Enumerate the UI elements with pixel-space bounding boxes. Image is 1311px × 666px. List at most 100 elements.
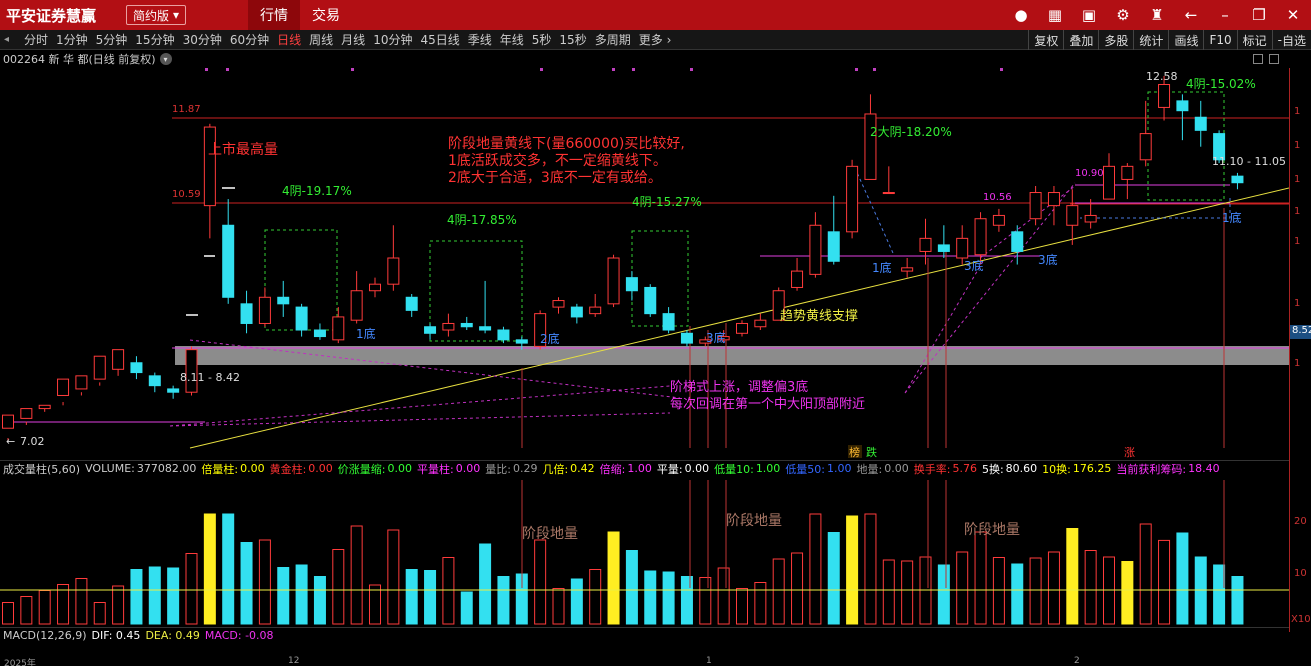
volume-bar[interactable] bbox=[1121, 561, 1134, 625]
candle[interactable] bbox=[662, 313, 675, 331]
volume-bar[interactable] bbox=[1011, 563, 1024, 625]
volume-bar[interactable] bbox=[460, 591, 473, 625]
volume-bar[interactable] bbox=[1213, 564, 1226, 625]
candle[interactable] bbox=[901, 267, 914, 272]
volume-bar[interactable] bbox=[424, 570, 437, 625]
candle[interactable] bbox=[240, 303, 253, 324]
volume-bar[interactable] bbox=[2, 602, 14, 625]
candle[interactable] bbox=[846, 165, 859, 233]
period-year[interactable]: 年线 bbox=[496, 31, 528, 48]
user-icon[interactable]: ● bbox=[1011, 5, 1031, 25]
shirt-icon[interactable]: ♜ bbox=[1147, 5, 1167, 25]
volume-bar[interactable] bbox=[497, 576, 510, 625]
candle[interactable] bbox=[460, 322, 473, 328]
period-quarter[interactable]: 季线 bbox=[464, 31, 496, 48]
volume-bar[interactable] bbox=[1029, 557, 1042, 625]
volume-bar[interactable] bbox=[167, 567, 180, 625]
period-30min[interactable]: 30分钟 bbox=[179, 31, 226, 48]
volume-bar[interactable] bbox=[754, 582, 767, 625]
volume-bar[interactable] bbox=[1176, 532, 1189, 625]
period-week[interactable]: 周线 bbox=[305, 31, 337, 48]
volume-bar[interactable] bbox=[956, 551, 969, 625]
candle[interactable] bbox=[919, 237, 932, 252]
period-60min[interactable]: 60分钟 bbox=[226, 31, 273, 48]
volume-bar[interactable] bbox=[846, 515, 859, 625]
candle[interactable] bbox=[20, 408, 33, 419]
candle[interactable] bbox=[479, 326, 492, 331]
candle[interactable] bbox=[313, 329, 326, 338]
restore-icon[interactable]: ❐ bbox=[1249, 5, 1269, 25]
candle[interactable] bbox=[258, 296, 271, 324]
candle[interactable] bbox=[167, 388, 180, 393]
volume-bar[interactable] bbox=[369, 584, 381, 625]
candle[interactable] bbox=[1231, 175, 1244, 184]
volume-bar[interactable] bbox=[662, 571, 675, 625]
period-5sec[interactable]: 5秒 bbox=[528, 31, 556, 48]
period-15sec[interactable]: 15秒 bbox=[555, 31, 590, 48]
volume-bar[interactable] bbox=[1139, 523, 1152, 625]
volume-bar[interactable] bbox=[864, 513, 877, 625]
volume-indicator-name[interactable]: 成交量柱(5,60) bbox=[3, 461, 80, 476]
candle[interactable] bbox=[75, 375, 88, 390]
volume-bar[interactable] bbox=[93, 602, 106, 625]
candle[interactable] bbox=[222, 224, 235, 298]
volume-bar[interactable] bbox=[350, 525, 363, 625]
volume-bar[interactable] bbox=[240, 542, 253, 625]
candle[interactable] bbox=[277, 296, 290, 305]
period-5min[interactable]: 5分钟 bbox=[92, 31, 132, 48]
volume-bar[interactable] bbox=[625, 550, 638, 625]
candle[interactable] bbox=[442, 322, 455, 331]
draw-line-button[interactable]: 画线 bbox=[1168, 30, 1203, 50]
candle[interactable] bbox=[864, 113, 877, 180]
candle[interactable] bbox=[130, 362, 143, 374]
volume-bar[interactable] bbox=[479, 543, 492, 625]
back-icon[interactable]: ← bbox=[1181, 5, 1201, 25]
candle[interactable] bbox=[1176, 100, 1189, 112]
candle[interactable] bbox=[1066, 205, 1079, 226]
candle[interactable] bbox=[1011, 231, 1024, 252]
stock-icon[interactable]: ▣ bbox=[1079, 5, 1099, 25]
volume-bar[interactable] bbox=[222, 513, 235, 625]
volume-bar[interactable] bbox=[589, 569, 602, 625]
candle[interactable] bbox=[570, 306, 583, 318]
volume-bar[interactable] bbox=[552, 588, 565, 625]
settings-icon[interactable]: ⚙ bbox=[1113, 5, 1133, 25]
candle[interactable] bbox=[203, 126, 216, 207]
volume-bar[interactable] bbox=[130, 569, 143, 625]
candle[interactable] bbox=[680, 332, 693, 344]
candle[interactable] bbox=[552, 300, 565, 308]
volume-bar[interactable] bbox=[827, 532, 840, 625]
volume-bar[interactable] bbox=[258, 539, 271, 625]
stats-button[interactable]: 统计 bbox=[1133, 30, 1168, 50]
candle[interactable] bbox=[497, 329, 510, 341]
candle[interactable] bbox=[1194, 116, 1207, 131]
candle[interactable] bbox=[1158, 84, 1171, 108]
candle[interactable] bbox=[589, 306, 602, 315]
volume-bar[interactable] bbox=[1047, 551, 1060, 625]
candle[interactable] bbox=[332, 316, 345, 341]
fuquan-button[interactable]: 复权 bbox=[1028, 30, 1063, 50]
volume-bar[interactable] bbox=[1084, 550, 1097, 625]
candle[interactable] bbox=[1103, 165, 1115, 200]
period-day[interactable]: 日线 bbox=[273, 31, 305, 48]
candle[interactable] bbox=[992, 214, 1005, 226]
close-icon[interactable]: ✕ bbox=[1283, 5, 1303, 25]
period-more[interactable]: 更多 › bbox=[635, 31, 676, 48]
candle[interactable] bbox=[644, 286, 657, 315]
candle[interactable] bbox=[882, 192, 895, 195]
volume-bar[interactable] bbox=[442, 557, 455, 625]
volume-bar[interactable] bbox=[992, 557, 1005, 625]
period-45day[interactable]: 45日线 bbox=[416, 31, 463, 48]
volume-bar[interactable] bbox=[534, 539, 547, 625]
volume-bar[interactable] bbox=[112, 585, 125, 625]
candle[interactable] bbox=[38, 404, 51, 410]
volume-bar[interactable] bbox=[901, 560, 914, 625]
period-1min[interactable]: 1分钟 bbox=[52, 31, 92, 48]
candle[interactable] bbox=[607, 257, 620, 305]
candle[interactable] bbox=[350, 290, 363, 321]
volume-bar[interactable] bbox=[148, 566, 161, 625]
period-fenshi[interactable]: 分时 bbox=[20, 31, 52, 48]
volume-bar[interactable] bbox=[75, 578, 88, 625]
f10-button[interactable]: F10 bbox=[1203, 30, 1236, 50]
candle[interactable] bbox=[1139, 133, 1152, 161]
